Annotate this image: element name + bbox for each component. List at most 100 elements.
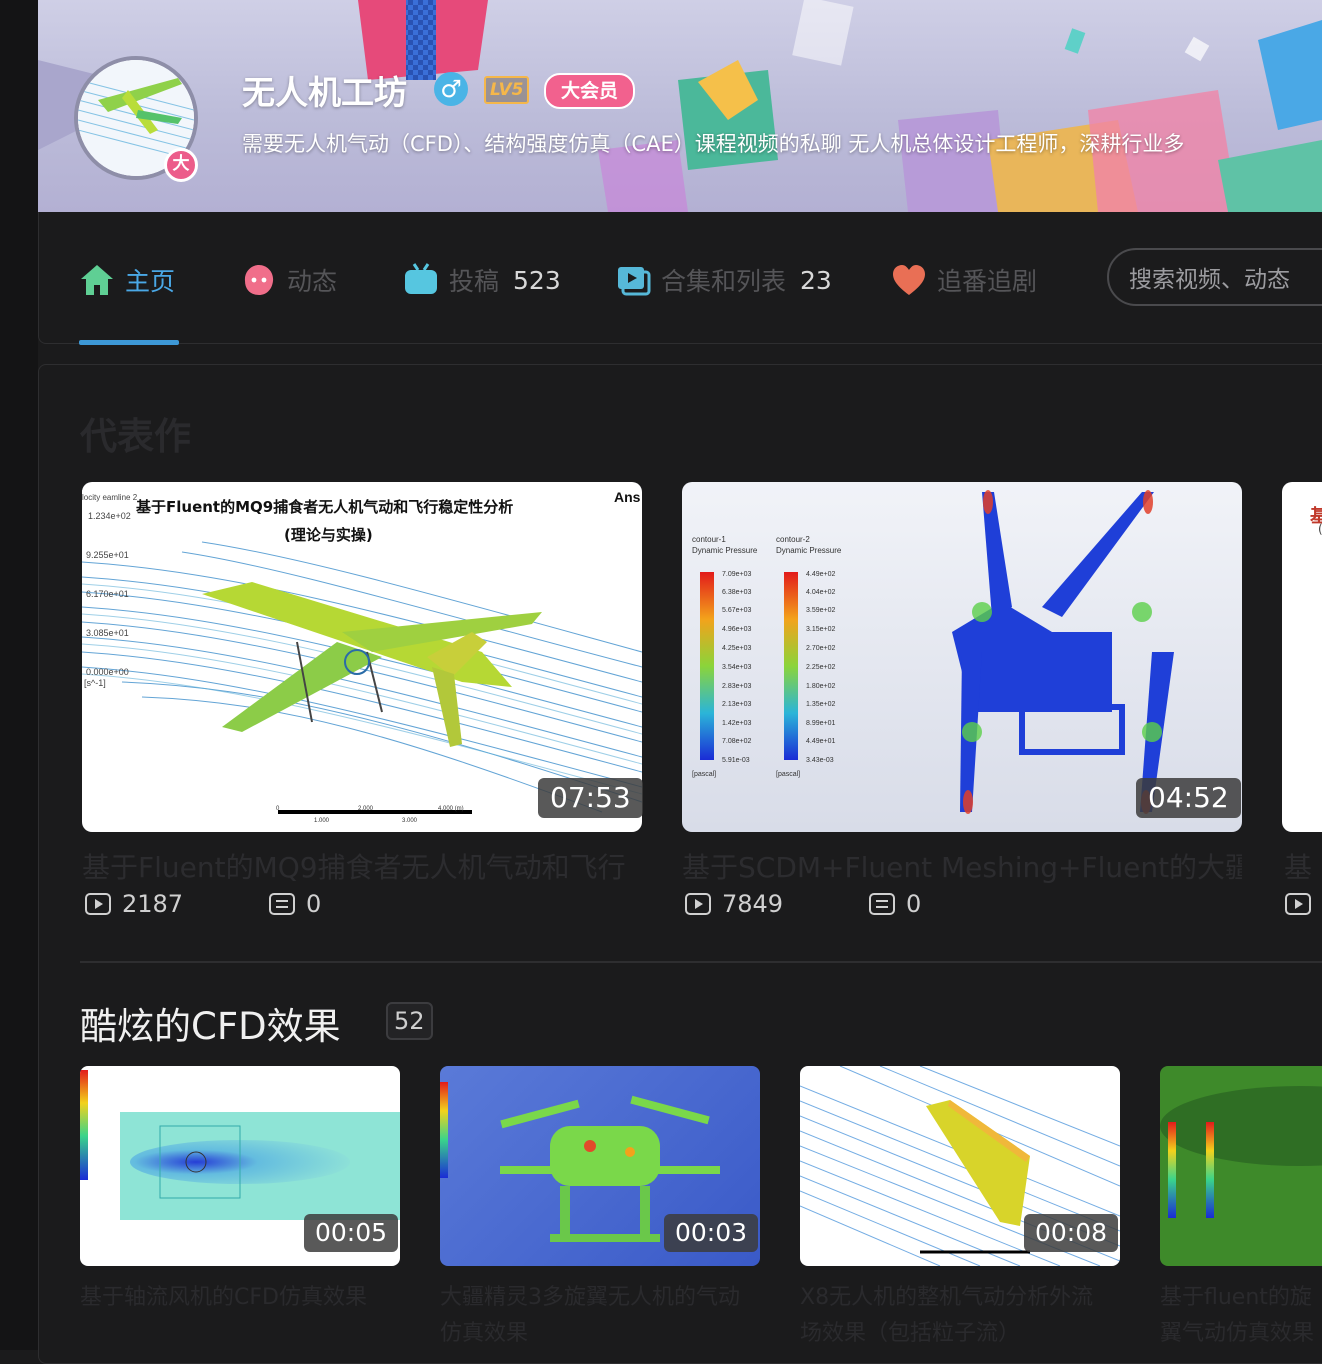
tab-home[interactable]: 主页 [79,260,175,300]
svg-text:4.04e+02: 4.04e+02 [806,589,835,596]
svg-text:1.42e+03: 1.42e+03 [722,720,751,727]
svg-text:2.13e+03: 2.13e+03 [722,701,751,708]
thumb-sub: (理论与实操) [284,526,373,544]
svg-text:2.000: 2.000 [358,806,374,812]
section-count-badge: 52 [386,1002,433,1040]
svg-text:contour-1: contour-1 [692,535,726,544]
video-duration: 04:52 [1136,778,1241,818]
svg-text:5.67e+03: 5.67e+03 [722,607,751,614]
play-count-icon [1285,893,1311,915]
comment-count-value: 0 [306,890,322,918]
level-badge: LV5 [484,76,530,104]
video-duration: 00:03 [664,1214,759,1252]
tv-icon [405,263,437,294]
svg-text:7.09e+03: 7.09e+03 [722,571,751,578]
left-sidebar-strip [0,0,38,1350]
svg-text:4.25e+03: 4.25e+03 [722,645,751,652]
svg-text:2.25e+02: 2.25e+02 [806,664,835,671]
play-count-icon [85,893,111,915]
rotor-cfd-thumbnail-image [1160,1086,1322,1218]
video-card[interactable]: 基 ( 基 [1282,482,1322,932]
profile-banner: 大 无人机工坊 ♂ LV5 大会员 需要无人机气动（CFD）、结构强度仿真（CA… [38,0,1322,212]
video-card[interactable]: 基于fluent的旋翼气动仿真效果展示 [1160,1066,1322,1350]
video-thumbnail[interactable] [1160,1066,1322,1266]
comment-icon [269,893,295,915]
view-count-value: 7849 [722,890,784,918]
user-signature: 需要无人机气动（CFD）、结构强度仿真（CAE）课程视频的私聊 无人机总体设计工… [242,132,1185,156]
tab-collections[interactable]: 合集和列表 23 [615,260,832,300]
view-count: 7849 [684,890,783,918]
tab-collections-label: 合集和列表 [661,267,787,296]
thumb-sub: ( [1318,522,1322,536]
svg-text:contour-2: contour-2 [776,535,810,544]
video-title[interactable]: 基于Fluent的MQ9捕食者无人机气动和飞行 [82,846,642,886]
svg-text:4.49e+02: 4.49e+02 [806,571,835,578]
svg-text:[pascal]: [pascal] [776,771,800,778]
svg-text:1.80e+02: 1.80e+02 [806,683,835,690]
tab-uploads-label: 投稿 [449,267,500,296]
heart-icon [893,265,925,295]
video-card[interactable]: 00:08 X8无人机的整机气动分析外流场效果（包括粒子流） [800,1066,1120,1350]
vip-badge[interactable]: 大会员 [544,73,636,109]
svg-text:Dynamic Pressure: Dynamic Pressure [692,546,758,555]
svg-text:2.83e+03: 2.83e+03 [722,683,751,690]
svg-text:3.085e+01: 3.085e+01 [86,628,129,638]
comment-count: 0 [268,890,321,918]
male-icon: ♂ [434,72,468,106]
legend-header: locity eamline 2 [82,493,138,502]
search-input[interactable]: 搜索视频、动态 [1107,248,1322,306]
tab-dynamic[interactable]: 动态 [241,260,337,300]
svg-text:3.000: 3.000 [402,818,418,824]
svg-text:1.000: 1.000 [314,818,330,824]
play-count-icon [685,893,711,915]
avatar-vip-badge: 大 [164,148,198,182]
playlist-icon [618,267,651,296]
svg-text:9.255e+01: 9.255e+01 [86,550,129,560]
masterpiece-title: 代表作 [80,415,191,458]
tab-collections-count: 23 [800,265,832,295]
svg-text:4.000 (m): 4.000 (m) [438,806,464,812]
profile-nav: 主页 动态 投稿 523 合集和列表 23 追番追剧 搜索视频、动态 [38,212,1322,345]
svg-text:1.35e+02: 1.35e+02 [806,701,835,708]
tab-bangumi[interactable]: 追番追剧 [891,260,1037,300]
username: 无人机工坊 [242,73,407,112]
video-title[interactable]: 基于SCDM+Fluent Meshing+Fluent的大疆 [682,846,1242,886]
svg-text:4.49e+01: 4.49e+01 [806,738,835,745]
search-placeholder: 搜索视频、动态 [1129,267,1290,293]
view-count [1284,890,1322,918]
video-title[interactable]: X8无人机的整机气动分析外流场效果（包括粒子流） [800,1280,1100,1352]
svg-text:3.15e+02: 3.15e+02 [806,626,835,633]
svg-text:3.43e-03: 3.43e-03 [806,757,834,764]
tab-uploads-count: 523 [513,265,561,295]
svg-text:[pascal]: [pascal] [692,771,716,778]
comment-count-value: 0 [906,890,922,918]
dynamic-icon [244,265,274,295]
svg-text:7.08e+02: 7.08e+02 [722,738,751,745]
section-title[interactable]: 酷炫的CFD效果 [80,996,341,1050]
svg-text:[s^-1]: [s^-1] [84,678,106,688]
section-divider [80,961,1322,963]
svg-text:3.54e+03: 3.54e+03 [722,664,751,671]
svg-text:2.70e+02: 2.70e+02 [806,645,835,652]
video-card[interactable]: locity eamline 2 1.234e+02 9.255e+01 6.1… [82,482,643,932]
svg-text:3.59e+02: 3.59e+02 [806,607,835,614]
video-title[interactable]: 基于fluent的旋翼气动仿真效果展示 [1160,1280,1322,1350]
tab-uploads[interactable]: 投稿 523 [403,260,561,300]
svg-text:1.234e+02: 1.234e+02 [88,511,131,521]
svg-text:Ans: Ans [614,489,641,505]
view-count: 2187 [84,890,183,918]
video-thumbnail[interactable]: 基 ( [1282,482,1322,832]
video-duration: 00:05 [304,1214,399,1252]
tab-bangumi-label: 追番追剧 [937,267,1038,296]
video-title[interactable]: 基于轴流风机的CFD仿真效果 [80,1280,400,1352]
video-title[interactable]: 大疆精灵3多旋翼无人机的气动仿真效果 [440,1280,740,1352]
svg-text:8.99e+01: 8.99e+01 [806,720,835,727]
tab-dynamic-label: 动态 [287,267,338,296]
video-card[interactable]: contour-1 Dynamic Pressure contour-2 Dyn… [682,482,1242,932]
video-card[interactable]: 00:03 大疆精灵3多旋翼无人机的气动仿真效果 [440,1066,760,1350]
video-title[interactable]: 基 [1284,846,1322,886]
video-card[interactable]: 00:05 基于轴流风机的CFD仿真效果 [80,1066,400,1350]
view-count-value: 2187 [122,890,184,918]
active-tab-underline [79,340,179,345]
svg-text:5.91e-03: 5.91e-03 [722,757,750,764]
